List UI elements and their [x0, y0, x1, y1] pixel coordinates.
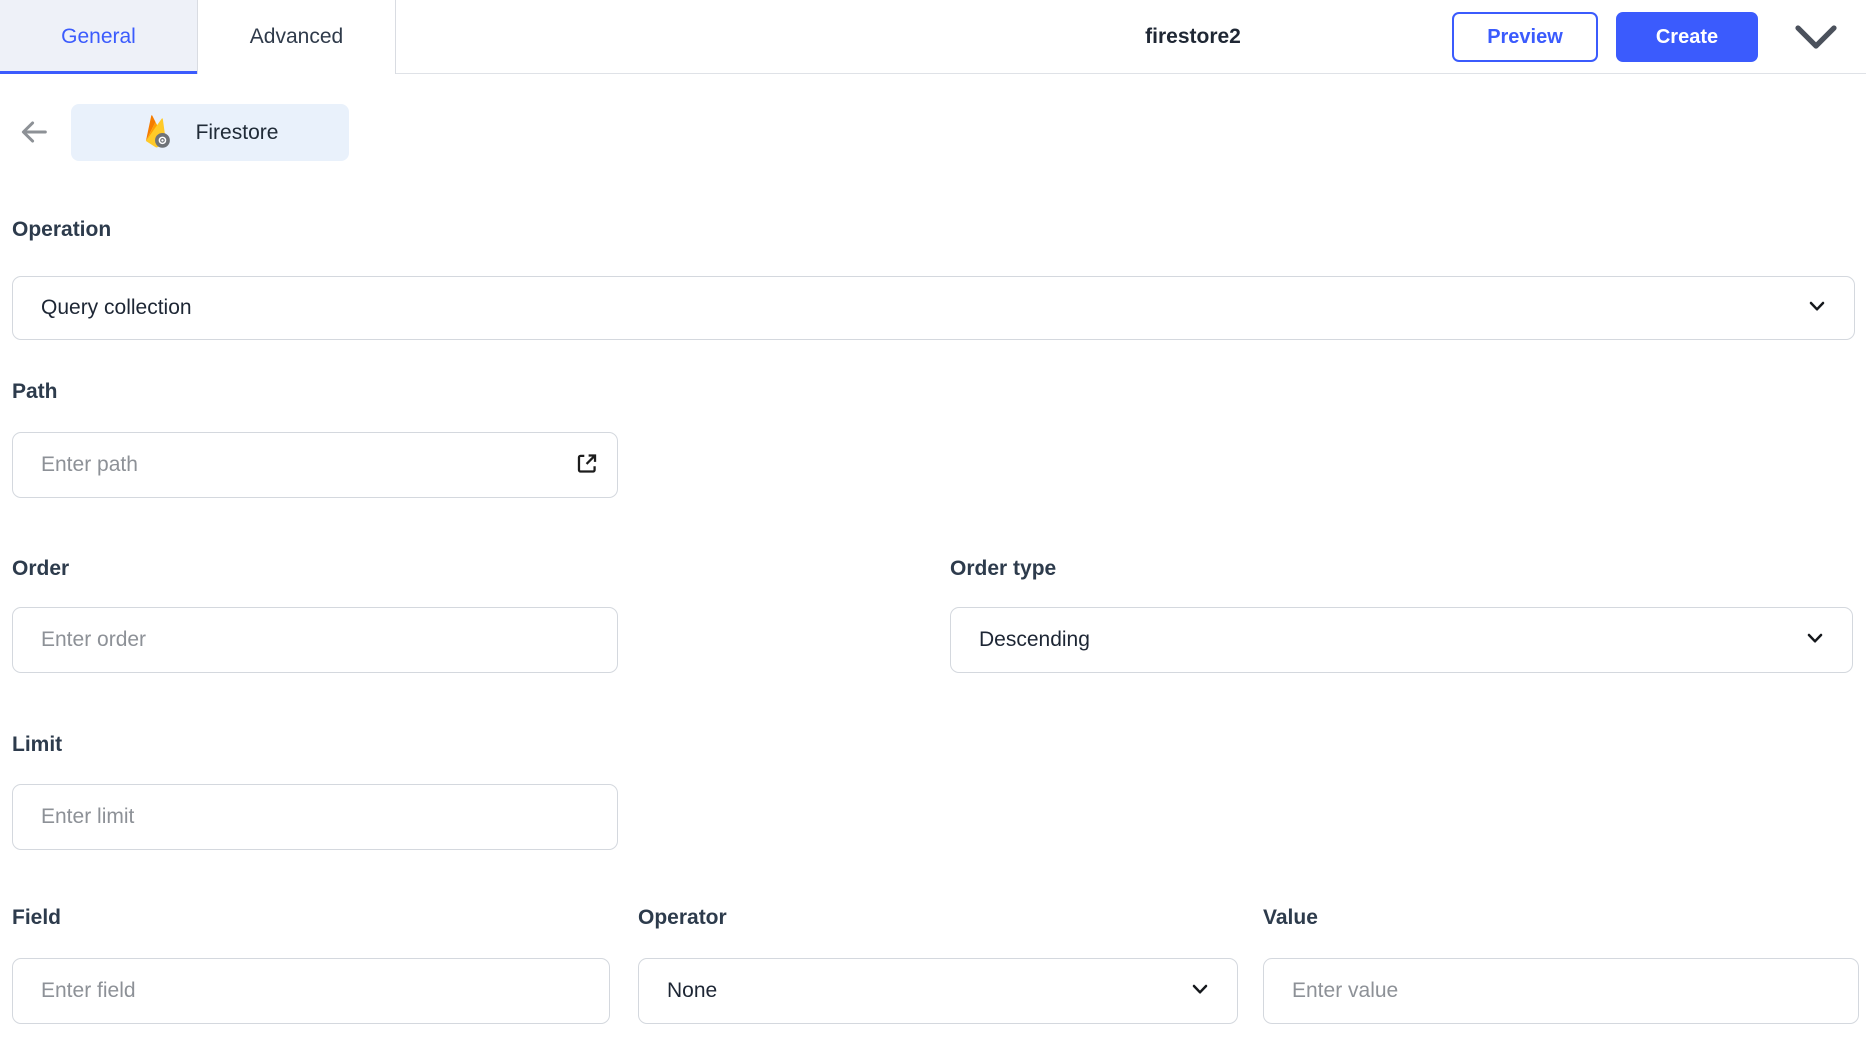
query-title: firestore2: [1145, 25, 1241, 48]
operator-select-value: None: [667, 979, 718, 1002]
datasource-chip-label: Firestore: [195, 120, 279, 144]
operator-select[interactable]: None: [638, 958, 1238, 1024]
collapse-panel-chevron-down-icon[interactable]: [1792, 22, 1840, 52]
tab-bar: General Advanced: [0, 0, 396, 74]
chevron-down-icon: [1804, 627, 1826, 654]
operator-label: Operator: [638, 906, 727, 929]
create-button[interactable]: Create: [1616, 12, 1758, 62]
chevron-down-icon: [1189, 978, 1211, 1005]
external-link-icon: [574, 451, 600, 480]
order-type-label: Order type: [950, 557, 1057, 580]
open-path-editor-button[interactable]: [574, 451, 600, 480]
value-label: Value: [1263, 906, 1318, 929]
order-input[interactable]: [12, 607, 618, 673]
limit-label: Limit: [12, 733, 63, 756]
preview-button[interactable]: Preview: [1452, 12, 1598, 62]
query-editor-header: General Advanced firestore2 Preview Crea…: [0, 0, 1866, 74]
chevron-down-icon: [1806, 295, 1828, 322]
arrow-left-icon: [14, 115, 54, 152]
order-input-wrap: [12, 607, 618, 673]
operation-select[interactable]: Query collection: [12, 276, 1855, 340]
path-label: Path: [12, 380, 58, 403]
field-input-wrap: [12, 958, 610, 1024]
order-type-select-value: Descending: [979, 628, 1090, 651]
tab-general[interactable]: General: [0, 0, 198, 74]
limit-input[interactable]: [12, 784, 618, 850]
firebase-flame-icon: [142, 112, 172, 154]
order-type-select[interactable]: Descending: [950, 607, 1853, 673]
path-input-wrap: [12, 432, 618, 498]
tab-advanced[interactable]: Advanced: [198, 0, 396, 74]
value-input[interactable]: [1263, 958, 1859, 1024]
limit-input-wrap: [12, 784, 618, 850]
path-input[interactable]: [12, 432, 618, 498]
operation-label: Operation: [12, 218, 112, 241]
header-actions: Preview Create: [1452, 0, 1840, 74]
field-label: Field: [12, 906, 62, 929]
datasource-chip-firestore[interactable]: Firestore: [71, 104, 349, 161]
back-button[interactable]: [12, 114, 56, 152]
order-label: Order: [12, 557, 70, 580]
value-input-wrap: [1263, 958, 1859, 1024]
field-input[interactable]: [12, 958, 610, 1024]
operation-select-value: Query collection: [41, 296, 192, 319]
